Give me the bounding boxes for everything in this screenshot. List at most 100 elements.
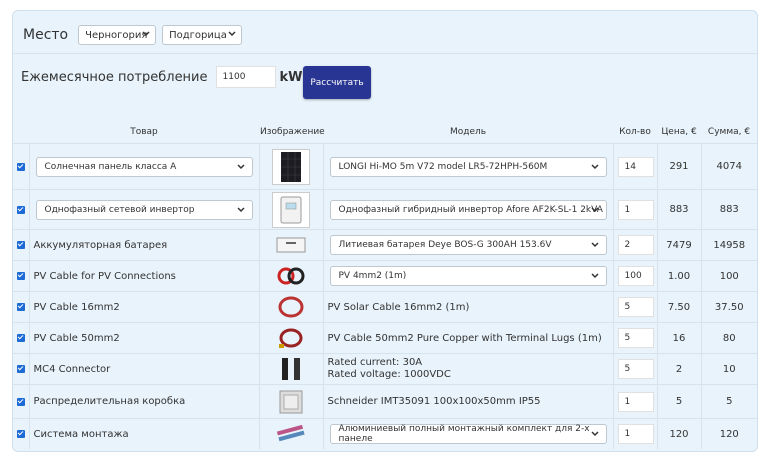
connector-icon xyxy=(273,356,309,382)
model-value: Алюминиевый полный монтажный комплект дл… xyxy=(338,424,590,444)
product-name: PV Cable 50mm2 xyxy=(33,332,120,344)
sum-cell: 120 xyxy=(700,418,757,449)
price-cell: 2 xyxy=(656,353,701,385)
header-divider xyxy=(13,53,757,54)
qty-input[interactable]: 1 xyxy=(617,391,654,412)
model-value: PV 4mm2 (1m) xyxy=(338,271,407,281)
chevron-down-icon xyxy=(590,431,599,437)
table-row: Система монтажа Алюминиевый полный монтаж… xyxy=(13,418,757,449)
model-text: Schneider IMT35091 100x100x50mm IP55 xyxy=(327,396,541,407)
chevron-down-icon xyxy=(590,206,599,212)
qty-input[interactable]: 5 xyxy=(617,328,654,348)
product-name: PV Cable 16mm2 xyxy=(33,301,120,313)
product-select[interactable]: Солнечная панель класса A xyxy=(35,156,253,177)
qty-input[interactable]: 5 xyxy=(617,297,654,317)
row-checkbox[interactable] xyxy=(17,205,25,214)
table-row: PV Cable 50mm2 PV Cable 50mm2 Pure Copper… xyxy=(13,322,757,354)
mounting-icon xyxy=(273,421,309,447)
price-cell: 1.00 xyxy=(656,260,701,292)
city-select[interactable]: Подгорица xyxy=(162,25,243,45)
header-checkbox xyxy=(13,121,29,144)
consumption-label: Ежемесячное потребление xyxy=(21,69,208,85)
junction-box-icon xyxy=(273,389,309,415)
qty-input[interactable]: 14 xyxy=(617,156,654,177)
header-qty: Кол-во xyxy=(613,121,657,144)
calculate-button[interactable]: Рассчитать xyxy=(303,66,371,99)
product-name: MC4 Connector xyxy=(33,363,111,375)
table-row: PV Cable for PV Connections PV 4mm2 (1m) 1… xyxy=(13,260,757,292)
battery-icon xyxy=(273,232,309,258)
cable-icon xyxy=(273,263,309,289)
table-row: Распределительная коробка Schneider IMT35… xyxy=(13,384,757,419)
table-row: PV Cable 16mm2 PV Solar Cable 16mm2 (1m) 5… xyxy=(13,291,757,323)
table-row: Солнечная панель класса A LONGI Hi-MO 5m … xyxy=(13,143,757,190)
products-table: Товар Изображение Модель Кол-во Цена, € … xyxy=(13,121,757,449)
model-select[interactable]: PV 4mm2 (1m) xyxy=(329,266,607,286)
chevron-down-icon xyxy=(236,163,245,169)
cable-lugs-icon xyxy=(273,325,309,351)
model-select[interactable]: Алюминиевый полный монтажный комплект дл… xyxy=(329,424,607,444)
calculator-panel: Место Черногория Подгорица Ежемесячное п… xyxy=(12,10,758,452)
chevron-down-icon xyxy=(236,206,245,212)
solar-panel-icon xyxy=(272,148,310,185)
qty-input[interactable]: 100 xyxy=(617,266,654,286)
price-cell: 7.50 xyxy=(656,291,701,323)
consumption-row: Ежемесячное потребление 1100 kW*h xyxy=(21,66,319,88)
qty-input[interactable]: 1 xyxy=(617,199,654,220)
table-row: MC4 Connector Rated current: 30A Rated vol… xyxy=(13,353,757,385)
product-name: Аккумуляторная батарея xyxy=(33,239,168,251)
model-value: Однофазный гибридный инвертор Afore AF2K… xyxy=(338,204,603,215)
table-row: Однофазный сетевой инвертор Однофазный ги… xyxy=(13,189,757,230)
country-value: Черногория xyxy=(85,29,148,41)
qty-input[interactable]: 1 xyxy=(617,424,654,444)
row-checkbox[interactable] xyxy=(17,241,25,249)
row-checkbox[interactable] xyxy=(17,303,25,311)
cable-coil-icon xyxy=(273,294,309,320)
header-sum: Сумма, € xyxy=(701,121,757,144)
price-cell: 883 xyxy=(656,189,701,230)
sum-cell: 10 xyxy=(700,353,757,385)
sum-cell: 14958 xyxy=(700,229,757,261)
table-row: Аккумуляторная батарея Литиевая батарея D… xyxy=(13,229,757,261)
price-cell: 291 xyxy=(656,143,701,190)
price-cell: 16 xyxy=(656,322,701,354)
country-select[interactable]: Черногория xyxy=(78,25,157,45)
chevron-down-icon xyxy=(590,273,599,279)
chevron-down-icon xyxy=(590,242,599,248)
consumption-input[interactable]: 1100 xyxy=(215,66,276,88)
row-checkbox[interactable] xyxy=(17,430,25,438)
header-image: Изображение xyxy=(259,121,325,144)
model-value: Литиевая батарея Deye BOS-G 300AH 153.6V xyxy=(338,240,552,250)
row-checkbox[interactable] xyxy=(17,365,25,373)
sum-cell: 80 xyxy=(700,322,757,354)
product-name: Система монтажа xyxy=(33,428,129,440)
model-select[interactable]: Литиевая батарея Deye BOS-G 300AH 153.6V xyxy=(329,235,607,255)
model-select[interactable]: Однофазный гибридный инвертор Afore AF2K… xyxy=(329,199,607,220)
row-checkbox[interactable] xyxy=(17,162,25,171)
header-product: Товар xyxy=(29,121,259,144)
place-label: Место xyxy=(23,27,69,43)
qty-input[interactable]: 2 xyxy=(617,235,654,255)
table-header-row: Товар Изображение Модель Кол-во Цена, € … xyxy=(13,121,757,144)
chevron-down-icon xyxy=(228,31,236,37)
price-cell: 120 xyxy=(656,418,701,449)
sum-cell: 883 xyxy=(700,189,757,230)
product-value: Солнечная панель класса A xyxy=(44,161,177,172)
city-value: Подгорица xyxy=(169,29,227,41)
sum-cell: 5 xyxy=(700,384,757,419)
price-cell: 5 xyxy=(656,384,701,419)
sum-cell: 100 xyxy=(700,260,757,292)
sum-cell: 37.50 xyxy=(700,291,757,323)
model-text: PV Cable 50mm2 Pure Copper with Terminal… xyxy=(327,332,602,344)
model-select[interactable]: LONGI Hi-MO 5m V72 model LR5-72HPH-560M xyxy=(329,156,607,177)
row-checkbox[interactable] xyxy=(17,397,25,406)
chevron-down-icon xyxy=(142,31,150,37)
product-select[interactable]: Однофазный сетевой инвертор xyxy=(35,199,253,220)
product-name: Распределительная коробка xyxy=(33,396,186,407)
qty-input[interactable]: 5 xyxy=(617,359,654,379)
header-price: Цена, € xyxy=(657,121,701,144)
model-value: LONGI Hi-MO 5m V72 model LR5-72HPH-560M xyxy=(338,161,548,172)
row-checkbox[interactable] xyxy=(17,334,25,342)
row-checkbox[interactable] xyxy=(17,272,25,280)
sum-cell: 4074 xyxy=(700,143,757,190)
